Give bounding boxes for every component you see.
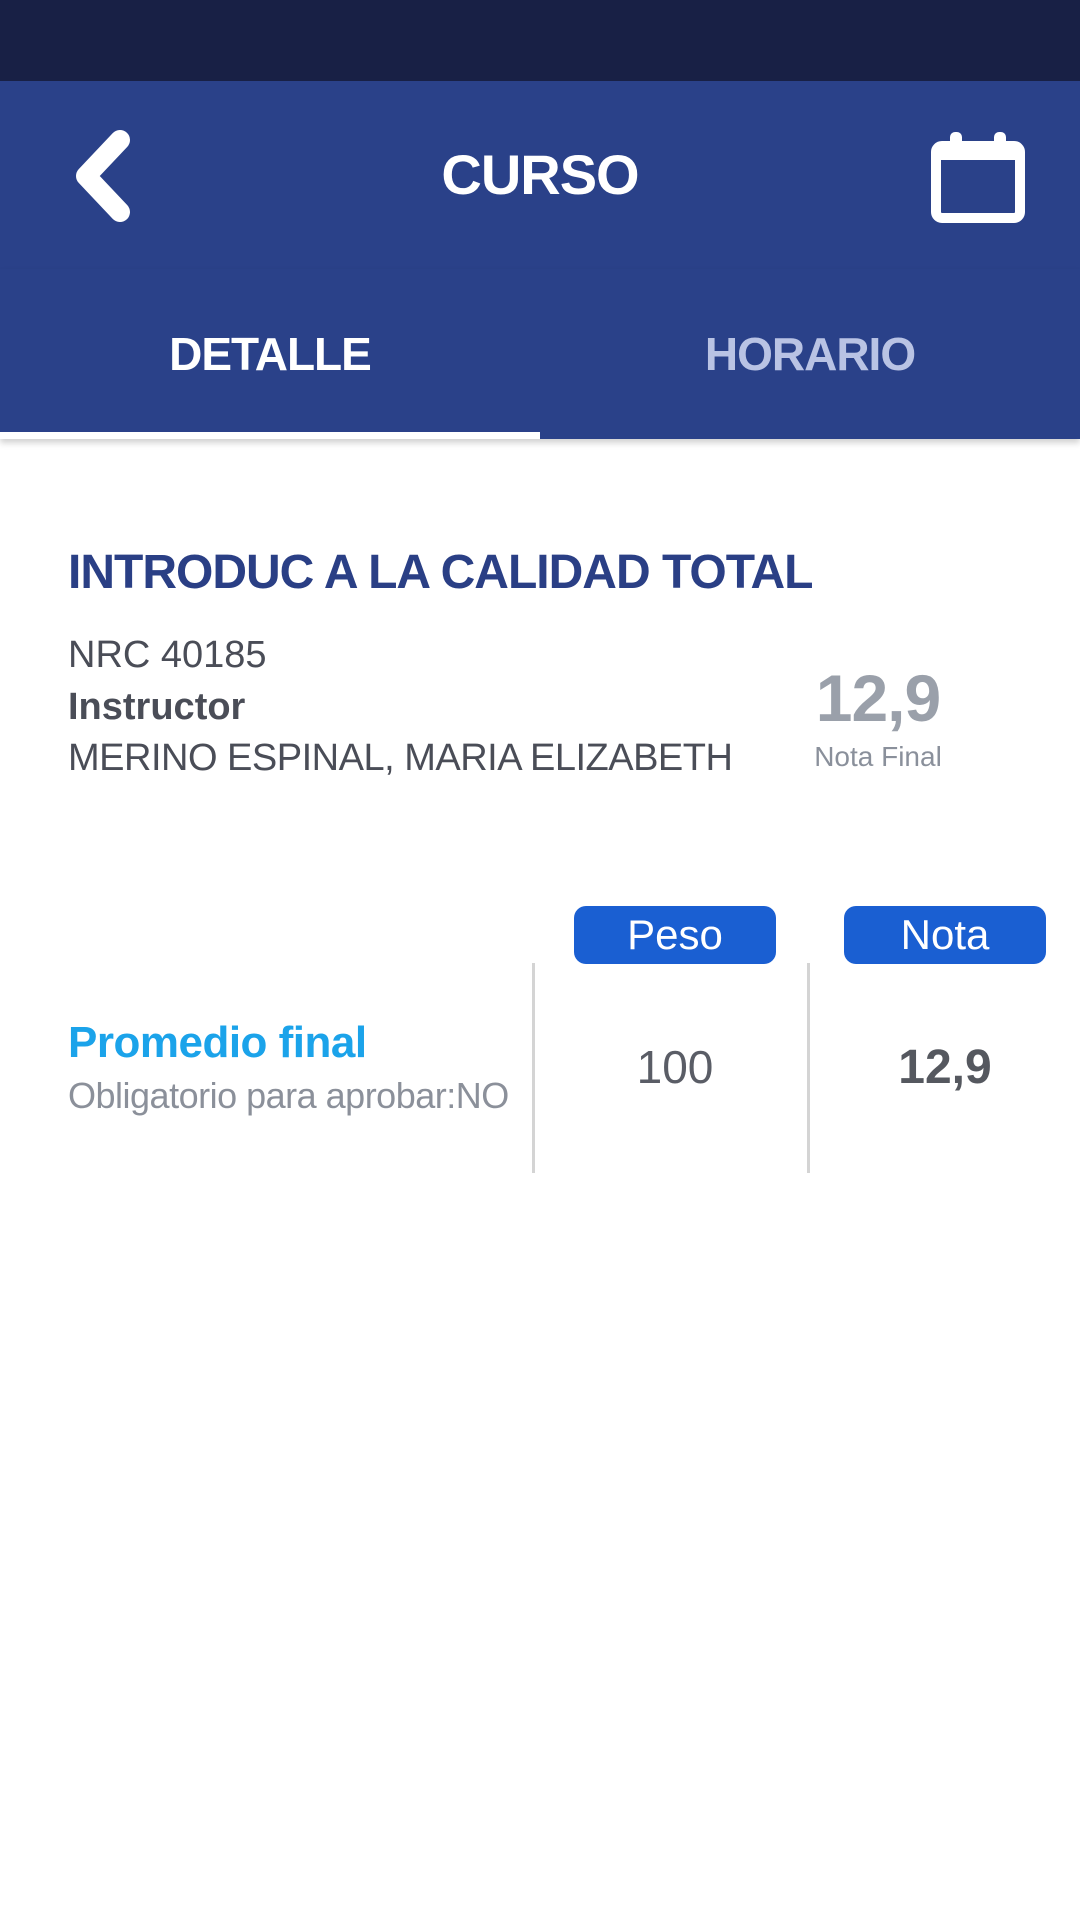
grade-row-nota: 12,9: [898, 1041, 992, 1094]
calendar-button[interactable]: [918, 121, 1038, 231]
app-bar: CURSO: [0, 81, 1080, 269]
nota-header: Nota: [844, 906, 1046, 964]
tab-bar: DETALLE HORARIO: [0, 269, 1080, 439]
instructor-label: Instructor: [68, 686, 246, 728]
course-title: INTRODUC A LA CALIDAD TOTAL: [68, 546, 813, 599]
peso-header: Peso: [574, 906, 776, 964]
column-divider: [807, 963, 810, 1173]
course-nrc: NRC 40185: [68, 634, 267, 676]
final-grade-value: 12,9: [815, 661, 941, 735]
grade-row-subtitle: Obligatorio para aprobar:NO: [68, 1075, 509, 1116]
calendar-icon: [931, 132, 1025, 223]
instructor-name: MERINO ESPINAL, MARIA ELIZABETH: [68, 737, 733, 779]
grade-row-peso: 100: [636, 1041, 714, 1093]
column-divider: [532, 963, 535, 1173]
active-tab-indicator: [0, 432, 540, 439]
tab-detalle[interactable]: DETALLE: [0, 269, 540, 439]
final-grade-label: Nota Final: [814, 741, 942, 772]
back-button[interactable]: [48, 121, 158, 231]
tab-horario[interactable]: HORARIO: [540, 269, 1080, 439]
chevron-left-icon: [76, 130, 130, 222]
grade-row-title: Promedio final: [68, 1018, 367, 1067]
status-bar: [0, 0, 1080, 81]
